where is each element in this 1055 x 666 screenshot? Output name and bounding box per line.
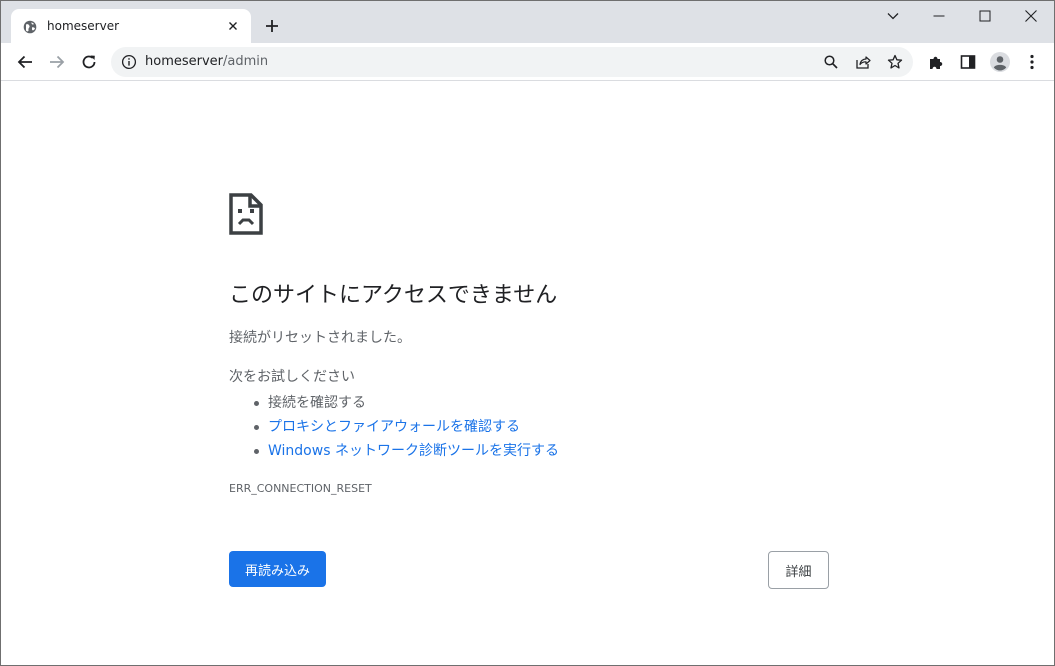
suggestions-list: 接続を確認する プロキシとファイアウォールを確認する Windows ネットワー… bbox=[251, 391, 559, 463]
reload-toolbar-button[interactable] bbox=[77, 50, 101, 74]
avatar-icon bbox=[990, 52, 1010, 72]
chevron-down-icon bbox=[887, 13, 899, 20]
sad-document-icon bbox=[229, 193, 263, 235]
globe-icon bbox=[23, 19, 37, 34]
back-button[interactable] bbox=[13, 50, 37, 74]
browser-window: homeserver homeserver/admin このサイトにアクセスでき… bbox=[0, 0, 1055, 666]
menu-button[interactable] bbox=[1020, 50, 1044, 74]
browser-toolbar: homeserver/admin bbox=[1, 43, 1054, 81]
side-panel-icon bbox=[960, 55, 976, 69]
info-icon[interactable] bbox=[121, 54, 137, 70]
suggestion-run-network-diagnostics[interactable]: Windows ネットワーク診断ツールを実行する bbox=[251, 439, 559, 463]
plus-icon bbox=[266, 20, 278, 32]
address-bar[interactable]: homeserver/admin bbox=[111, 47, 913, 77]
tab-close-button[interactable] bbox=[225, 18, 241, 34]
bookmark-star-icon[interactable] bbox=[887, 54, 903, 70]
share-icon[interactable] bbox=[855, 54, 871, 70]
error-code: ERR_CONNECTION_RESET bbox=[229, 482, 372, 495]
close-window-button[interactable] bbox=[1008, 1, 1054, 31]
error-subtitle: 接続がリセットされました。 bbox=[229, 330, 411, 346]
error-page: このサイトにアクセスできません 接続がリセットされました。 次をお試しください … bbox=[1, 82, 1054, 665]
maximize-button[interactable] bbox=[962, 1, 1008, 31]
arrow-left-icon bbox=[17, 55, 32, 69]
side-panel-button[interactable] bbox=[956, 50, 980, 74]
profile-button[interactable] bbox=[988, 50, 1012, 74]
suggestion-check-proxy-firewall[interactable]: プロキシとファイアウォールを確認する bbox=[251, 415, 559, 439]
kebab-menu-icon bbox=[1030, 54, 1034, 70]
tab-title: homeserver bbox=[47, 19, 120, 33]
tab-homeserver[interactable]: homeserver bbox=[11, 9, 251, 43]
details-button[interactable]: 詳細 bbox=[768, 551, 829, 589]
arrow-right-icon bbox=[50, 55, 65, 69]
address-url[interactable]: homeserver/admin bbox=[145, 54, 268, 70]
suggestion-check-connection: 接続を確認する bbox=[251, 391, 559, 415]
new-tab-button[interactable] bbox=[263, 17, 281, 35]
tab-strip: homeserver bbox=[1, 1, 1054, 43]
error-title: このサイトにアクセスできません bbox=[229, 283, 558, 308]
url-path: /admin bbox=[223, 54, 269, 69]
reload-button[interactable]: 再読み込み bbox=[229, 551, 326, 587]
close-icon bbox=[1025, 10, 1037, 22]
reload-icon bbox=[82, 55, 96, 69]
url-host: homeserver bbox=[145, 54, 224, 69]
suggestions-heading: 次をお試しください bbox=[229, 369, 355, 385]
maximize-icon bbox=[979, 10, 991, 22]
close-icon bbox=[229, 22, 237, 30]
tab-search-button[interactable] bbox=[870, 1, 916, 31]
puzzle-icon bbox=[930, 56, 943, 69]
minimize-button[interactable] bbox=[916, 1, 962, 31]
minimize-icon bbox=[933, 15, 945, 17]
extensions-button[interactable] bbox=[924, 50, 948, 74]
zoom-search-icon[interactable] bbox=[823, 54, 839, 70]
forward-button[interactable] bbox=[45, 50, 69, 74]
